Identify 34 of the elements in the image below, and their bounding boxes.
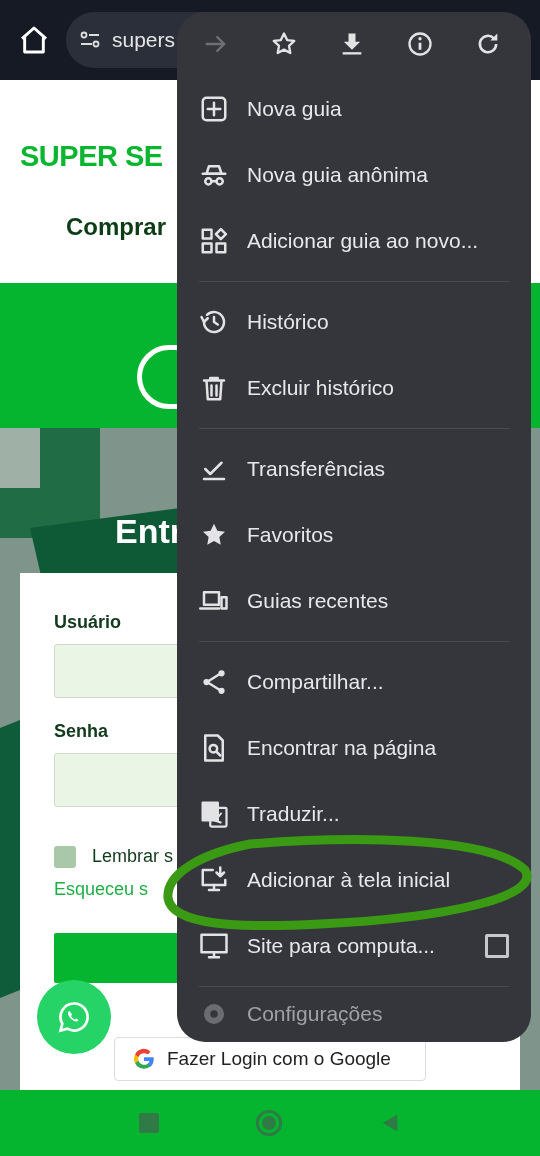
google-login-button[interactable]: Fazer Login com o Google [114, 1037, 426, 1081]
field-label: Senha [54, 720, 109, 743]
menu-item[interactable]: Adicionar guia ao novo... [199, 208, 509, 274]
grid-add-icon [199, 226, 229, 256]
checkbox[interactable] [485, 934, 509, 958]
menu-item[interactable]: Nova guia [199, 76, 509, 142]
menu-item[interactable]: Favoritos [199, 502, 509, 568]
menu-item[interactable]: Excluir histórico [199, 355, 509, 421]
info-icon [406, 30, 434, 58]
home-circle-icon [255, 1109, 283, 1137]
plus-box-icon [199, 94, 229, 124]
home-button[interactable] [18, 24, 50, 56]
menu-item[interactable]: Site para computa... [199, 913, 509, 979]
remember-checkbox[interactable] [54, 845, 76, 868]
menu-item[interactable]: Histórico [199, 289, 509, 355]
tagline: Comprar [66, 211, 167, 242]
menu-item[interactable]: Nova guia anônima [199, 142, 509, 208]
url-text: supers [112, 27, 176, 54]
site-logo: SUPER SE [20, 139, 163, 174]
menu-item[interactable]: Encontrar na página [199, 715, 509, 781]
menu-item[interactable]: Guias recentes [199, 568, 509, 634]
menu-item[interactable]: Compartilhar... [199, 649, 509, 715]
monitor-icon [199, 931, 229, 961]
menu-item[interactable]: Traduzir... [199, 781, 509, 847]
chat-phone-icon [56, 999, 92, 1035]
menu-item[interactable]: Adicionar à tela inicial [199, 847, 509, 913]
field-label: Usuário [54, 611, 122, 634]
google-g-icon [131, 1046, 157, 1072]
translate-icon [199, 799, 229, 829]
remember-label: Lembrar s [92, 845, 174, 868]
menu-item[interactable]: Configurações [199, 994, 509, 1034]
home-icon [18, 24, 50, 56]
login-title: Entr [115, 511, 183, 552]
menu-item[interactable]: Transferências [199, 436, 509, 502]
